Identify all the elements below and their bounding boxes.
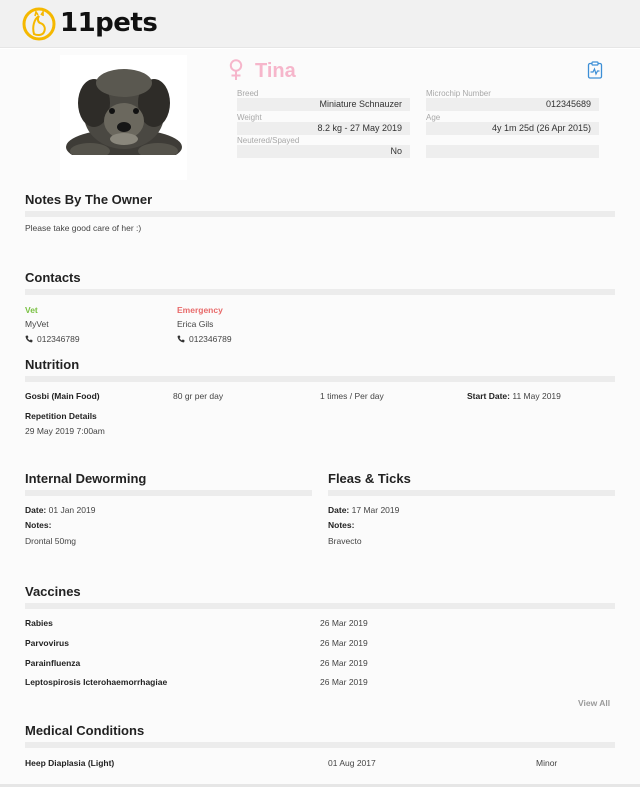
vet-phone[interactable]: 012346789	[37, 334, 80, 345]
vaccine-name: Leptospirosis Icterohaemorrhagiae	[25, 677, 168, 687]
notes-title: Notes By The Owner	[25, 192, 153, 207]
phone-icon	[177, 335, 185, 343]
microchip-value: 012345689	[426, 98, 599, 111]
fleas-divider	[328, 490, 615, 496]
neutered-value: No	[237, 145, 410, 158]
female-symbol-icon	[229, 59, 243, 80]
vaccine-name: Parainfluenza	[25, 658, 81, 668]
repetition-label: Repetition Details	[25, 411, 97, 421]
emergency-label: Emergency	[177, 305, 223, 315]
medical-divider	[25, 742, 615, 748]
medical-title: Medical Conditions	[25, 723, 145, 738]
repetition-value: 29 May 2019 7:00am	[25, 426, 105, 436]
nutrition-amount: 80 gr per day	[173, 391, 224, 401]
deworming-notes-value: Drontal 50mg	[25, 536, 77, 546]
condition-severity: Minor	[536, 758, 558, 768]
contacts-title: Contacts	[25, 270, 81, 285]
breed-value: Miniature Schnauzer	[237, 98, 410, 111]
app-header: 11pets	[0, 0, 640, 48]
deworming-date-label: Date:	[25, 505, 47, 515]
start-date-label: Start Date:	[467, 391, 510, 401]
cat-logo-icon[interactable]	[22, 5, 56, 43]
pet-photo	[60, 55, 187, 180]
pet-name: Tina	[255, 60, 296, 82]
fleas-date-value: 17 Mar 2019	[351, 505, 400, 515]
vet-name: MyVet	[25, 319, 49, 329]
empty-field	[426, 145, 599, 158]
vaccines-title: Vaccines	[25, 584, 81, 599]
vaccine-date: 26 Mar 2019	[320, 618, 368, 628]
deworming-divider	[25, 490, 312, 496]
nutrition-divider	[25, 376, 615, 382]
fleas-notes-value: Bravecto	[328, 536, 362, 546]
fleas-date-label: Date:	[328, 505, 350, 515]
deworming-date: Date: 01 Jan 2019	[25, 505, 95, 516]
deworming-notes-label: Notes:	[25, 520, 52, 530]
notes-text: Please take good care of her :)	[25, 223, 142, 233]
vaccine-name: Rabies	[25, 618, 53, 628]
deworming-title: Internal Deworming	[25, 471, 147, 486]
nutrition-food: Gosbi (Main Food)	[25, 391, 100, 401]
nutrition-start-date: Start Date: 11 May 2019	[467, 391, 561, 402]
start-date-value: 11 May 2019	[512, 391, 561, 401]
emergency-phone[interactable]: 012346789	[189, 334, 232, 345]
condition-name: Heep Diaplasia (Light)	[25, 758, 115, 768]
fleas-notes-label: Notes:	[328, 520, 355, 530]
view-all-vaccines-link[interactable]: View All	[578, 698, 610, 709]
fleas-title: Fleas & Ticks	[328, 471, 411, 486]
nutrition-frequency: 1 times / Per day	[320, 391, 384, 401]
deworming-date-value: 01 Jan 2019	[48, 505, 96, 515]
clipboard-pulse-icon[interactable]	[587, 61, 603, 79]
notes-divider	[25, 211, 615, 217]
vaccine-date: 26 Mar 2019	[320, 677, 368, 687]
vaccine-name: Parvovirus	[25, 638, 69, 648]
vet-label: Vet	[25, 305, 38, 315]
condition-date: 01 Aug 2017	[328, 758, 376, 768]
weight-value: 8.2 kg - 27 May 2019	[237, 122, 410, 135]
vaccines-divider	[25, 603, 615, 609]
nutrition-title: Nutrition	[25, 357, 80, 372]
app-logo-text[interactable]: 11pets	[60, 7, 158, 39]
age-value: 4y 1m 25d (26 Apr 2015)	[426, 122, 599, 135]
contacts-divider	[25, 289, 615, 295]
fleas-date: Date: 17 Mar 2019	[328, 505, 399, 516]
vaccine-date: 26 Mar 2019	[320, 658, 368, 668]
emergency-name: Erica Gils	[177, 319, 214, 329]
phone-icon	[25, 335, 33, 343]
vaccine-date: 26 Mar 2019	[320, 638, 368, 648]
